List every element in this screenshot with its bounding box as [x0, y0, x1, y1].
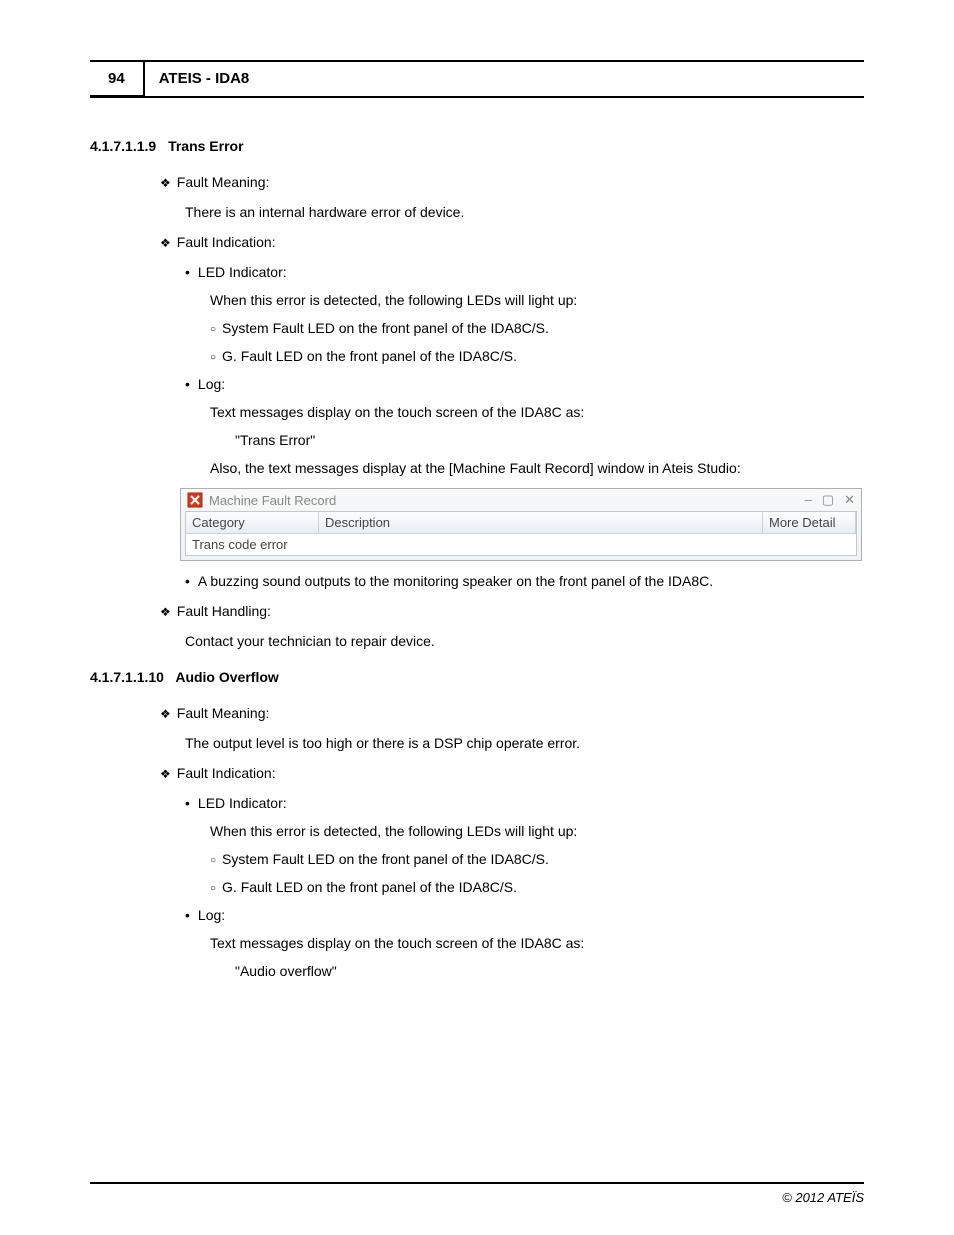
section-title: Trans Error: [168, 138, 243, 154]
cell-more: [764, 534, 856, 555]
log-text: Text messages display on the touch scree…: [210, 935, 864, 951]
fault-meaning-label: Fault Meaning:: [160, 705, 864, 721]
buzzing-text: A buzzing sound outputs to the monitorin…: [185, 573, 864, 589]
column-more-detail[interactable]: More Detail: [763, 512, 856, 533]
cell-description: [318, 534, 764, 555]
table-header: Category Description More Detail: [186, 512, 856, 534]
led-item: System Fault LED on the front panel of t…: [210, 851, 864, 867]
led-indicator-label: LED Indicator:: [185, 795, 864, 811]
window-title: Machine Fault Record: [209, 493, 805, 508]
column-description[interactable]: Description: [319, 512, 763, 533]
machine-fault-record-window: Machine Fault Record – ▢ ✕ Category Desc…: [180, 488, 862, 561]
fault-handling-text: Contact your technician to repair device…: [185, 633, 864, 649]
minimize-icon[interactable]: –: [805, 492, 812, 508]
section-number: 4.1.7.1.1.10: [90, 669, 164, 685]
page-number: 94: [90, 62, 145, 97]
app-icon: [187, 492, 203, 508]
fault-meaning-text: The output level is too high or there is…: [185, 735, 864, 751]
section-number: 4.1.7.1.1.9: [90, 138, 156, 154]
fault-indication-label: Fault Indication:: [160, 765, 864, 781]
led-intro-text: When this error is detected, the followi…: [210, 823, 864, 839]
log-text: Text messages display on the touch scree…: [210, 404, 864, 420]
close-icon[interactable]: ✕: [844, 492, 855, 508]
page-header: 94 ATEIS - IDA8: [90, 60, 864, 98]
cell-category: Trans code error: [186, 534, 318, 555]
section-heading-audio-overflow: 4.1.7.1.1.10 Audio Overflow: [90, 669, 864, 685]
led-item: G. Fault LED on the front panel of the I…: [210, 348, 864, 364]
section-heading-trans-error: 4.1.7.1.1.9 Trans Error: [90, 138, 864, 154]
table-row[interactable]: Trans code error: [186, 534, 856, 555]
led-indicator-label: LED Indicator:: [185, 264, 864, 280]
fault-meaning-label: Fault Meaning:: [160, 174, 864, 190]
log-label: Log:: [185, 376, 864, 392]
fault-indication-label: Fault Indication:: [160, 234, 864, 250]
fault-meaning-text: There is an internal hardware error of d…: [185, 204, 864, 220]
document-title: ATEIS - IDA8: [145, 62, 264, 97]
log-label: Log:: [185, 907, 864, 923]
led-item: System Fault LED on the front panel of t…: [210, 320, 864, 336]
maximize-icon[interactable]: ▢: [822, 492, 834, 508]
log-message: "Audio overflow": [235, 963, 864, 979]
fault-handling-label: Fault Handling:: [160, 603, 864, 619]
section-title: Audio Overflow: [175, 669, 278, 685]
column-category[interactable]: Category: [186, 512, 319, 533]
log-message: "Trans Error": [235, 432, 864, 448]
log-text: Also, the text messages display at the […: [210, 460, 864, 476]
footer-copyright: © 2012 ATEÏS: [90, 1182, 864, 1205]
led-intro-text: When this error is detected, the followi…: [210, 292, 864, 308]
led-item: G. Fault LED on the front panel of the I…: [210, 879, 864, 895]
